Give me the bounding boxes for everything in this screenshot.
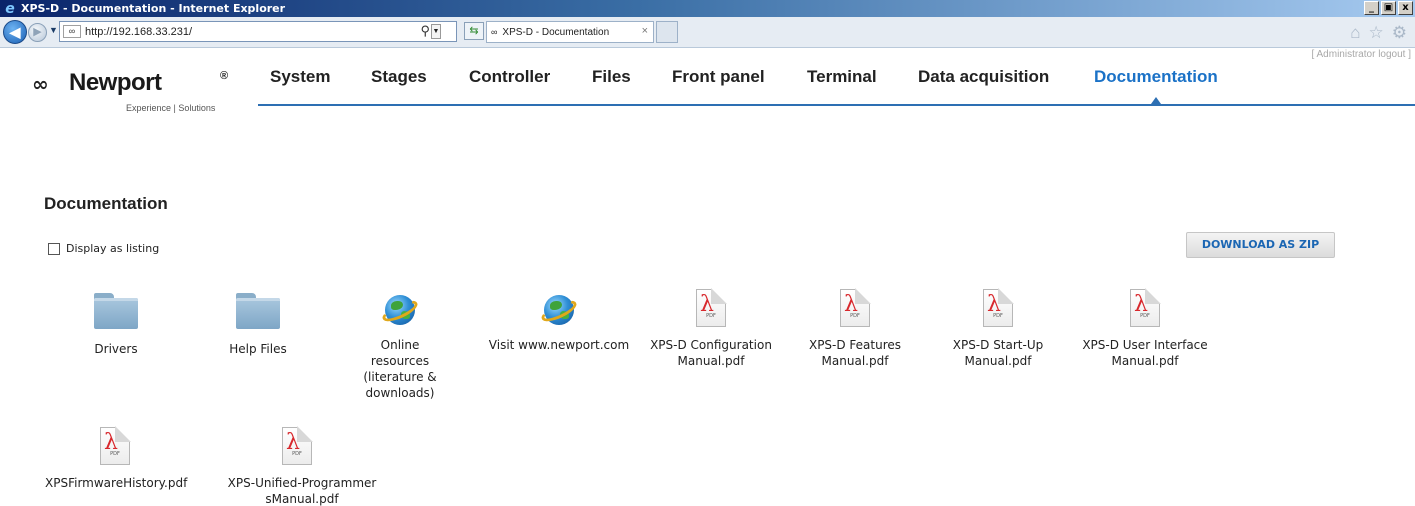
back-button[interactable]: ◀ bbox=[3, 20, 27, 44]
nav-system[interactable]: System bbox=[270, 67, 330, 87]
history-dropdown-icon[interactable]: ▼ bbox=[49, 25, 58, 35]
close-button[interactable]: x bbox=[1398, 1, 1413, 15]
favorites-star-icon[interactable]: ☆ bbox=[1369, 24, 1384, 42]
file-label: XPS-D User Interface Manual.pdf bbox=[1082, 338, 1208, 368]
page-title: Documentation bbox=[44, 194, 168, 213]
pdf-icon: λ PDF bbox=[282, 426, 313, 465]
nav-files[interactable]: Files bbox=[592, 67, 631, 87]
address-bar[interactable]: ∞ http://192.168.33.231/ ⚲ ▼ bbox=[59, 21, 457, 42]
file-label: XPS-D Start-Up Manual.pdf bbox=[952, 338, 1044, 368]
nav-controller[interactable]: Controller bbox=[469, 67, 550, 87]
file-item-help-files[interactable]: Help Files bbox=[188, 293, 328, 363]
file-label: XPS-D Configuration Manual.pdf bbox=[650, 338, 772, 368]
file-label: Online resources (literature & downloads… bbox=[363, 338, 437, 400]
nav-front-panel[interactable]: Front panel bbox=[672, 67, 765, 87]
file-label: XPS-D Features Manual.pdf bbox=[808, 338, 902, 368]
pdf-icon: λ PDF bbox=[983, 288, 1014, 327]
window-controls: _ ▣ x bbox=[1364, 1, 1413, 15]
restore-button[interactable]: ▣ bbox=[1381, 1, 1396, 15]
file-item-drivers[interactable]: Drivers bbox=[46, 293, 186, 363]
logo-tagline: Experience | Solutions bbox=[126, 103, 216, 113]
nav-terminal[interactable]: Terminal bbox=[807, 67, 877, 87]
admin-logout-link[interactable]: [ Administrator logout ] bbox=[1312, 49, 1412, 60]
nav-data-acquisition[interactable]: Data acquisition bbox=[918, 67, 1049, 87]
file-label: XPSFirmwareHistory.pdf bbox=[45, 476, 188, 490]
nav-active-caret bbox=[1151, 97, 1161, 104]
browser-tools: ⌂ ☆ ⚙ bbox=[1350, 24, 1407, 42]
download-zip-button[interactable]: DOWNLOAD AS ZIP bbox=[1186, 232, 1335, 258]
file-item-config-manual[interactable]: λ PDF XPS-D Configuration Manual.pdf bbox=[641, 288, 781, 379]
minimize-button[interactable]: _ bbox=[1364, 1, 1379, 15]
window-title: XPS-D - Documentation - Internet Explore… bbox=[21, 2, 286, 15]
file-item-online-resources[interactable]: Online resources (literature & downloads… bbox=[330, 291, 470, 400]
nav-documentation[interactable]: Documentation bbox=[1094, 67, 1218, 87]
file-item-ui-manual[interactable]: λ PDF XPS-D User Interface Manual.pdf bbox=[1075, 288, 1215, 379]
browser-tab[interactable]: ∞ XPS-D - Documentation × bbox=[486, 21, 654, 43]
pdf-icon: λ PDF bbox=[100, 426, 131, 465]
file-item-unified-programmers-manual[interactable]: λ PDF XPS-Unified-ProgrammersManual.pdf bbox=[227, 426, 376, 506]
file-item-firmware-history[interactable]: λ PDF XPSFirmwareHistory.pdf bbox=[45, 426, 188, 497]
pdf-icon: λ PDF bbox=[696, 288, 727, 327]
pdf-icon: λ PDF bbox=[840, 288, 871, 327]
address-url[interactable]: http://192.168.33.231/ bbox=[85, 26, 192, 38]
file-item-features-manual[interactable]: λ PDF XPS-D Features Manual.pdf bbox=[785, 288, 925, 379]
new-tab-button[interactable] bbox=[656, 21, 678, 43]
settings-gear-icon[interactable]: ⚙ bbox=[1392, 24, 1407, 42]
file-label: Help Files bbox=[229, 342, 287, 356]
file-label: XPS-Unified-ProgrammersManual.pdf bbox=[227, 476, 377, 506]
window-titlebar: e XPS-D - Documentation - Internet Explo… bbox=[0, 0, 1415, 17]
tab-close-icon[interactable]: × bbox=[642, 25, 648, 37]
file-item-startup-manual[interactable]: λ PDF XPS-D Start-Up Manual.pdf bbox=[928, 288, 1068, 379]
display-as-listing[interactable]: Display as listing bbox=[48, 242, 159, 255]
globe-icon bbox=[538, 291, 580, 329]
browser-toolbar: ◀ ▶ ▼ ∞ http://192.168.33.231/ ⚲ ▼ ⇆ ∞ X… bbox=[0, 17, 1415, 48]
site-favicon-icon: ∞ bbox=[63, 25, 81, 38]
display-as-listing-label: Display as listing bbox=[66, 242, 160, 255]
address-dropdown-icon[interactable]: ▼ bbox=[431, 24, 441, 39]
file-label: Drivers bbox=[94, 342, 138, 356]
refresh-icon[interactable]: ⇆ bbox=[464, 22, 484, 40]
file-item-visit-newport[interactable]: Visit www.newport.com bbox=[484, 291, 634, 361]
tab-title: XPS-D - Documentation bbox=[502, 26, 610, 38]
ie-logo-icon: e bbox=[5, 0, 15, 17]
folder-icon bbox=[236, 293, 280, 329]
globe-icon bbox=[379, 291, 421, 329]
folder-icon bbox=[94, 293, 138, 329]
nav-underline bbox=[258, 104, 1415, 106]
home-icon[interactable]: ⌂ bbox=[1350, 24, 1360, 42]
tab-favicon-icon: ∞ bbox=[491, 27, 498, 37]
search-icon[interactable]: ⚲ bbox=[420, 23, 430, 39]
display-as-listing-checkbox[interactable] bbox=[48, 242, 60, 255]
pdf-icon: λ PDF bbox=[1130, 288, 1161, 327]
main-nav: System Stages Controller Files Front pan… bbox=[0, 67, 1415, 89]
file-label: Visit www.newport.com bbox=[488, 338, 630, 352]
forward-button[interactable]: ▶ bbox=[28, 23, 47, 42]
nav-stages[interactable]: Stages bbox=[371, 67, 427, 87]
